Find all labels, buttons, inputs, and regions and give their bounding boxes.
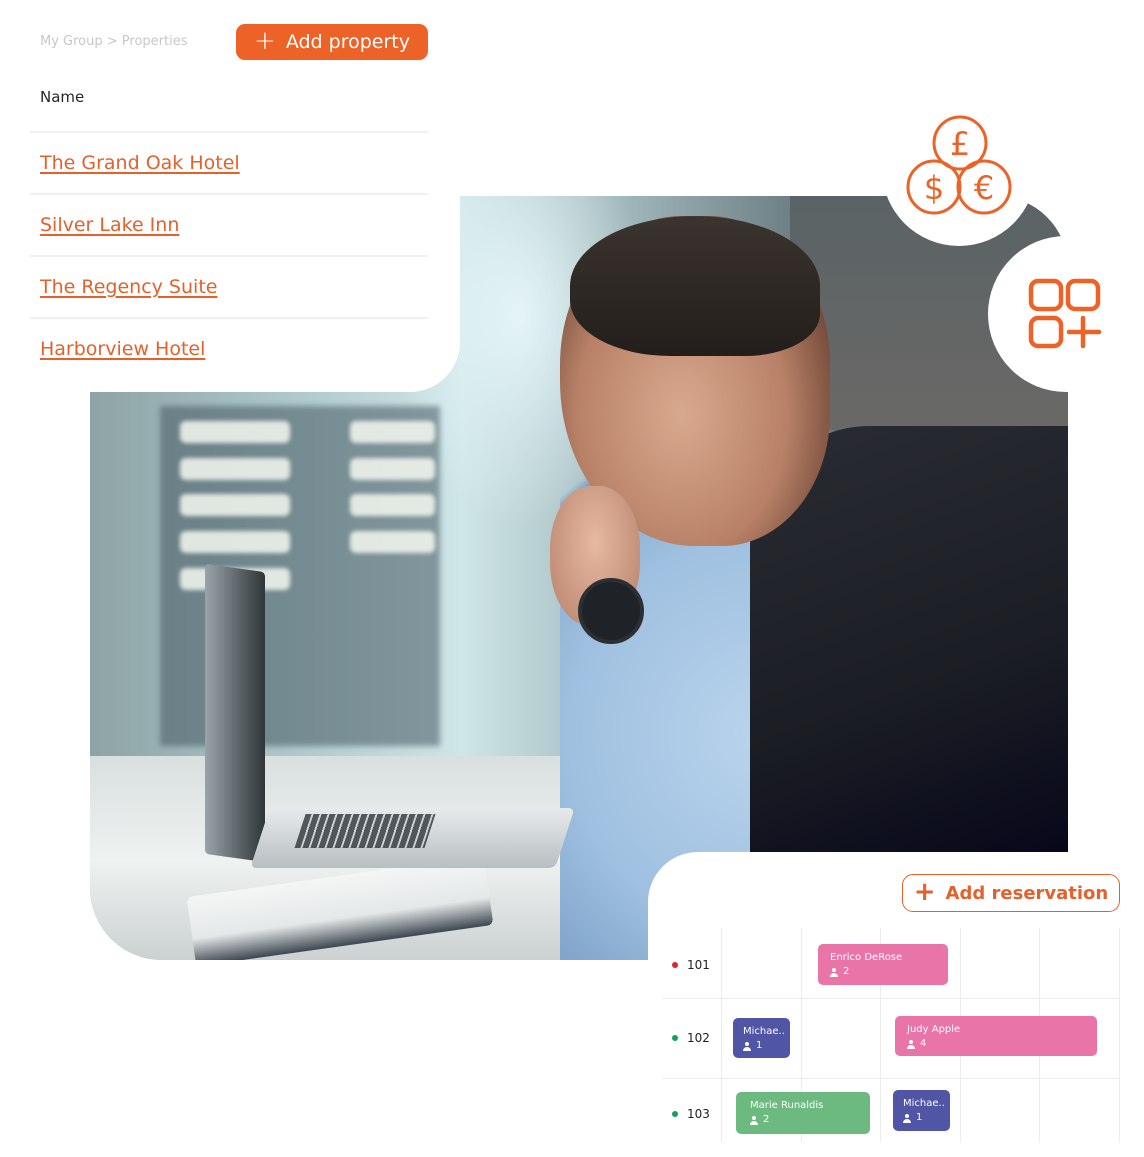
add-property-button[interactable]: + Add property (236, 24, 428, 60)
booking-block[interactable]: Enrico DeRose 2 (818, 944, 948, 985)
property-link[interactable]: Harborview Hotel (40, 338, 205, 360)
grid-line (662, 998, 1120, 999)
window-blind (350, 494, 435, 516)
grid-line (662, 1078, 1120, 1079)
room-label: 103 (672, 1107, 710, 1121)
column-header-name: Name (40, 88, 85, 106)
properties-panel: My Group > Properties + Add property Nam… (0, 0, 460, 392)
property-row: Silver Lake Inn (30, 193, 428, 255)
guest-count: 2 (763, 1114, 770, 1125)
plus-icon: + (254, 25, 276, 56)
property-link[interactable]: Silver Lake Inn (40, 214, 179, 236)
window-blind (180, 421, 290, 443)
guest-count: 2 (843, 966, 850, 977)
person-icon (830, 967, 838, 977)
guest-name: Michae.. (903, 1098, 945, 1109)
add-property-label: Add property (285, 31, 410, 53)
person-hair (570, 216, 820, 356)
booking-block[interactable]: Marie Runaldis 2 (736, 1092, 870, 1134)
room-number: 103 (687, 1107, 710, 1121)
window-blind (350, 458, 435, 480)
person-icon (743, 1041, 751, 1051)
guest-name: Enrico DeRose (830, 952, 903, 963)
euro-glyph: € (974, 169, 994, 207)
property-row: The Grand Oak Hotel (30, 131, 428, 193)
reservation-calendar: 101 102 103 Enrico DeRose 2 Michae.. 1 J… (662, 928, 1120, 1142)
guest-name: Marie Runaldis (750, 1100, 824, 1111)
guest-count: 4 (920, 1038, 927, 1049)
guest-name: Michae.. (743, 1026, 785, 1037)
property-link[interactable]: The Regency Suite (40, 276, 217, 298)
breadcrumb: My Group > Properties (40, 34, 188, 49)
add-reservation-label: Add reservation (945, 882, 1109, 904)
booking-block[interactable]: Michae.. 1 (733, 1018, 790, 1058)
apps-add-icon (1028, 278, 1102, 349)
guest-count: 1 (916, 1112, 923, 1123)
window-blind (350, 531, 435, 553)
window-blind (180, 494, 290, 516)
currency-coins-icon: £ $ € (906, 115, 1012, 215)
property-row: Harborview Hotel (30, 317, 428, 379)
window-blind (350, 421, 435, 443)
guest-name: Judy Apple (907, 1024, 961, 1035)
property-row: The Regency Suite (30, 255, 428, 317)
status-dot-available (672, 1035, 678, 1041)
guest-count: 1 (756, 1040, 763, 1051)
room-number: 102 (687, 1031, 710, 1045)
window-blind (180, 531, 290, 553)
room-number: 101 (687, 958, 710, 972)
property-list: The Grand Oak Hotel Silver Lake Inn The … (30, 131, 428, 379)
wristwatch (578, 578, 644, 644)
plus-icon: + (913, 876, 936, 907)
laptop-screen (205, 563, 265, 863)
grid-line (1119, 928, 1120, 1142)
grid-line (721, 928, 722, 1142)
person-icon (907, 1039, 915, 1049)
add-reservation-button[interactable]: + Add reservation (902, 874, 1120, 912)
booking-block[interactable]: Michae.. 1 (893, 1090, 950, 1131)
window-blind (180, 458, 290, 480)
room-label: 102 (672, 1031, 710, 1045)
room-label: 101 (672, 958, 710, 972)
property-link[interactable]: The Grand Oak Hotel (40, 152, 240, 174)
person-icon (750, 1115, 758, 1125)
status-dot-available (672, 1111, 678, 1117)
dollar-glyph: $ (924, 169, 944, 207)
booking-block[interactable]: Judy Apple 4 (895, 1016, 1097, 1056)
status-dot-occupied (672, 962, 678, 968)
person-icon (903, 1113, 911, 1123)
pound-glyph: £ (950, 125, 970, 163)
laptop-keyboard (294, 814, 436, 848)
